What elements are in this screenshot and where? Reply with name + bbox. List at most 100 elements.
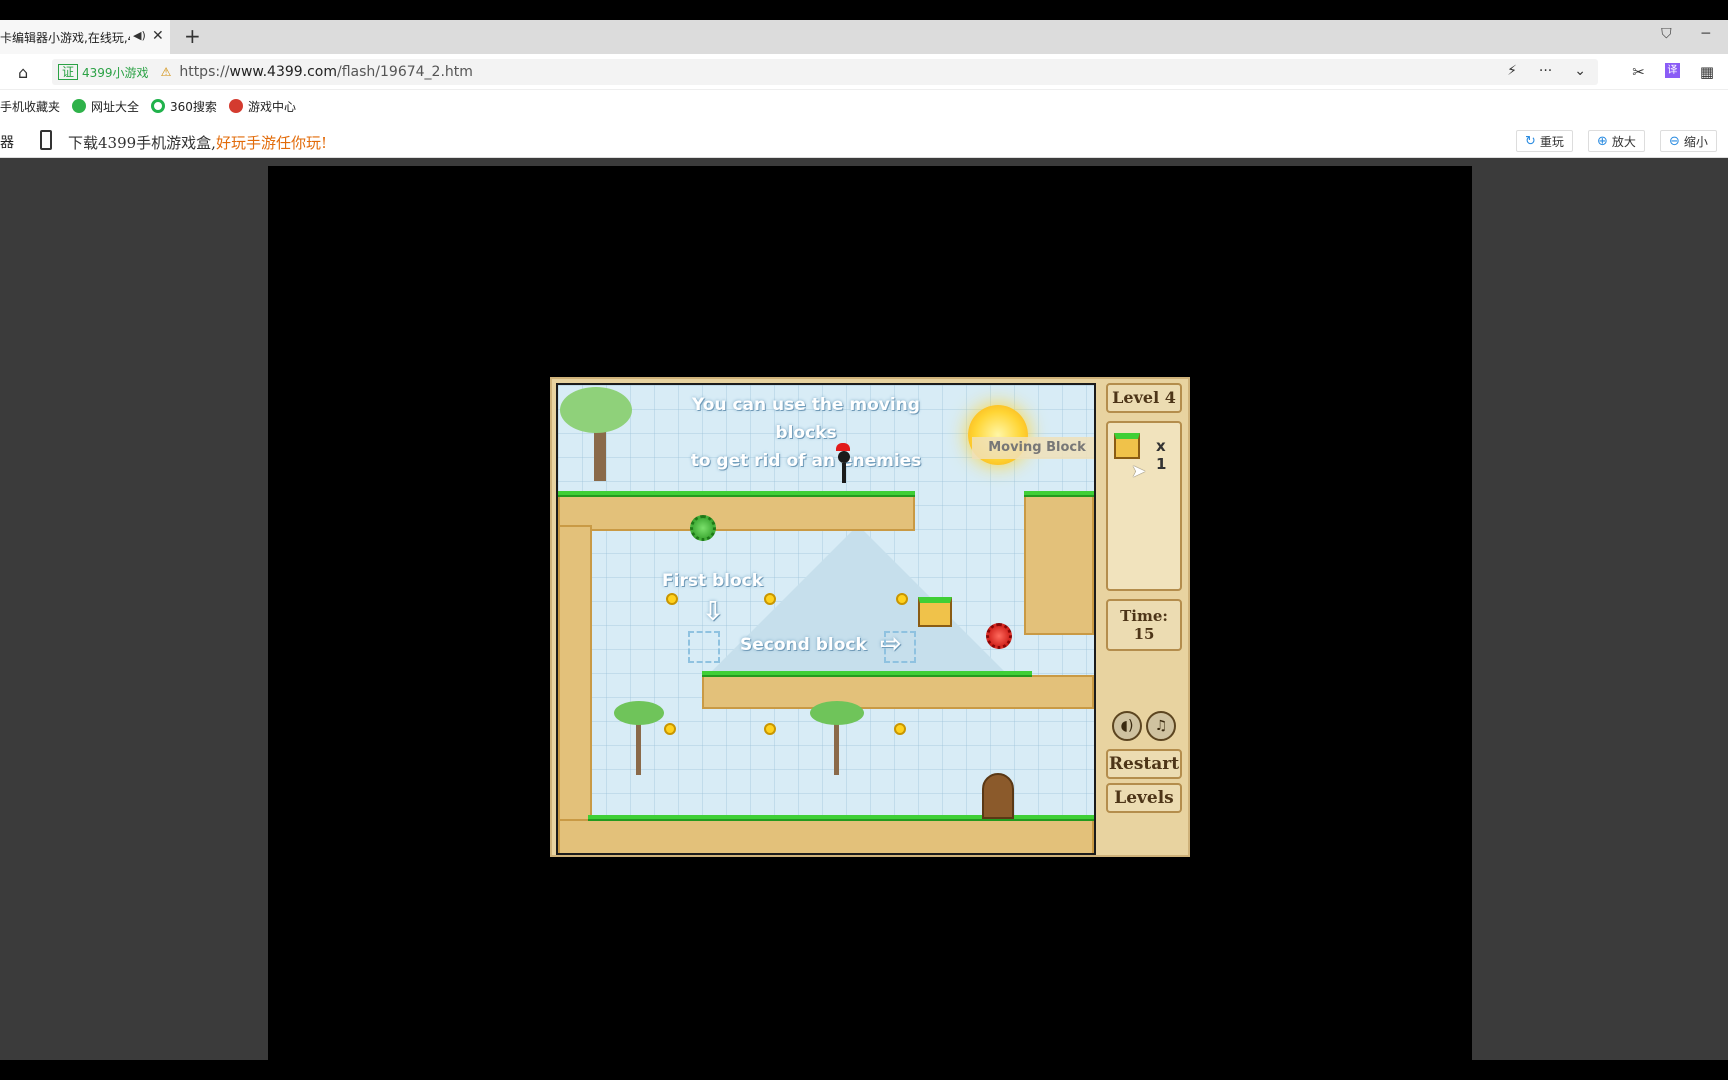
address-bar[interactable]: 证 4399小游戏 ⚠ https://www.4399.com/flash/1… (52, 59, 1598, 85)
game-center-icon (228, 99, 243, 113)
cert-name: 4399小游戏 (82, 65, 149, 80)
minimize-icon[interactable]: ─ (1702, 26, 1710, 42)
cert-badge[interactable]: 证 (58, 64, 79, 80)
moving-block-inventory-item[interactable] (1114, 433, 1140, 459)
first-block-label: First block (662, 571, 764, 591)
red-cap (836, 443, 850, 451)
player-character (836, 443, 850, 483)
sand-floor (558, 819, 1094, 853)
tree-canopy (560, 387, 632, 433)
restart-button[interactable]: Restart (1106, 749, 1182, 779)
timer-panel: Time: 15 (1106, 599, 1182, 651)
zoom-out-icon: ⊖ (1669, 133, 1680, 149)
zoom-out-button[interactable]: ⊖ 缩小 (1660, 130, 1717, 152)
shirt-icon[interactable]: ⛉ (1661, 26, 1672, 42)
grass-strip (702, 671, 1032, 677)
home-icon[interactable]: ⌂ (18, 63, 28, 82)
grass-strip (558, 491, 915, 497)
replay-label: 重玩 (1539, 134, 1564, 149)
second-block-label: Second block (740, 635, 867, 655)
music-note-icon: ♫ (1154, 718, 1168, 734)
game-toolbar: 器 下载4399手机游戏盒,好玩手游任你玩! ↻ 重玩 ⊕ 放大 ⊖ 缩小 (0, 122, 1728, 158)
hint-line-2: to get rid of an enemies (690, 451, 922, 471)
site-icon (72, 99, 87, 113)
sand-wall-left (558, 525, 592, 853)
bookmark-label: 手机收藏夹 (0, 99, 61, 114)
scissors-icon[interactable]: ✂ (1632, 63, 1645, 81)
url-text[interactable]: https://www.4399.com/flash/19674_2.htm (179, 64, 473, 80)
red-spiky-enemy (986, 623, 1012, 649)
block-slot-first[interactable] (688, 631, 720, 663)
mouse-cursor-icon: ➤ (1131, 461, 1147, 482)
speaker-icon[interactable]: ◀) (133, 29, 147, 43)
hint-text: You can use the moving blocks to get rid… (674, 391, 938, 475)
bookmark-label: 网址大全 (91, 99, 140, 114)
levels-button[interactable]: Levels (1106, 783, 1182, 813)
phone-icon (40, 130, 52, 150)
browser-tab[interactable]: 卡编辑器小游戏,在线玩,4 ◀) ✕ (0, 20, 170, 54)
sound-toggle-button[interactable]: ◖) (1112, 711, 1142, 741)
chevron-down-icon[interactable]: ⌄ (1574, 63, 1586, 79)
tab-title: 卡编辑器小游戏,在线玩,4 (0, 30, 130, 45)
more-icon[interactable]: ··· (1539, 63, 1552, 79)
promo-text: 下载4399手机游戏盒, (68, 134, 216, 152)
arrow-down-icon: ⇩ (702, 597, 724, 627)
green-spiky-enemy (690, 515, 716, 541)
address-bar-row: ⌂ 证 4399小游戏 ⚠ https://www.4399.com/flash… (0, 54, 1728, 90)
zoom-in-label: 放大 (1611, 134, 1636, 149)
bookmark-url-directory[interactable]: 网址大全 (72, 98, 139, 115)
sand-platform-top-left (558, 495, 915, 531)
tab-bar: 卡编辑器小游戏,在线玩,4 ◀) ✕ + ⛉ ─ (0, 20, 1728, 54)
exit-door (982, 773, 1014, 819)
zoom-in-button[interactable]: ⊕ 放大 (1588, 130, 1645, 152)
replay-button[interactable]: ↻ 重玩 (1516, 130, 1573, 152)
bookmark-label: 游戏中心 (247, 99, 296, 114)
side-panel: Level 4 x 1 Time: 15 ◖) ♫ Restart Levels (1100, 381, 1188, 853)
coin (666, 593, 678, 605)
close-tab-icon[interactable]: ✕ (152, 28, 164, 44)
grass-strip (588, 815, 1094, 821)
cut-off-label: 器 (0, 135, 14, 151)
block-slot-second[interactable] (884, 631, 916, 663)
lightning-icon[interactable]: ⚡ (1507, 63, 1517, 79)
hint-line-1: You can use the moving blocks (692, 395, 920, 443)
play-field[interactable]: You can use the moving blocks to get rid… (556, 383, 1096, 855)
zoom-in-icon: ⊕ (1597, 133, 1608, 149)
bookmark-mobile-favorites[interactable]: 手机收藏夹 (0, 98, 60, 115)
game-canvas[interactable]: You can use the moving blocks to get rid… (550, 377, 1190, 857)
promo-highlight: 好玩手游任你玩! (215, 134, 327, 152)
speaker-icon: ◖) (1120, 718, 1134, 734)
moving-block-tooltip: Moving Block (972, 437, 1094, 459)
music-toggle-button[interactable]: ♫ (1146, 711, 1176, 741)
url-prefix: https:// (179, 64, 230, 80)
sand-platform-middle (702, 675, 1094, 709)
coin (664, 723, 676, 735)
translate-icon[interactable]: 译 (1664, 63, 1680, 78)
bookmark-label: 360搜索 (170, 99, 217, 114)
grass-strip (1024, 491, 1094, 497)
coin (764, 723, 776, 735)
new-tab-button[interactable]: + (184, 24, 201, 48)
bookmark-game-center[interactable]: 游戏中心 (228, 98, 296, 115)
apps-grid-icon[interactable]: ▦ (1700, 63, 1714, 81)
moving-block[interactable] (918, 597, 952, 627)
palm-leaves (614, 701, 664, 725)
zoom-out-label: 缩小 (1683, 134, 1708, 149)
refresh-icon: ↻ (1525, 133, 1536, 149)
palm-leaves (810, 701, 864, 725)
bookmarks-bar: 手机收藏夹 网址大全 360搜索 游戏中心 (0, 90, 1728, 122)
coin (764, 593, 776, 605)
warning-lock-icon[interactable]: ⚠ (161, 65, 172, 79)
sand-pillar-right (1024, 495, 1094, 635)
player-head (838, 451, 850, 463)
player-body (842, 463, 846, 483)
inventory-count: x 1 (1156, 437, 1167, 473)
url-path: /flash/19674_2.htm (337, 64, 473, 80)
inventory-panel: x 1 (1106, 421, 1182, 591)
bookmark-360-search[interactable]: 360搜索 (151, 98, 217, 115)
promo-banner[interactable]: 下载4399手机游戏盒,好玩手游任你玩! (68, 132, 327, 153)
level-label: Level 4 (1106, 383, 1182, 413)
search-ring-icon (151, 99, 166, 113)
url-domain: www.4399.com (229, 64, 338, 80)
coin (894, 723, 906, 735)
